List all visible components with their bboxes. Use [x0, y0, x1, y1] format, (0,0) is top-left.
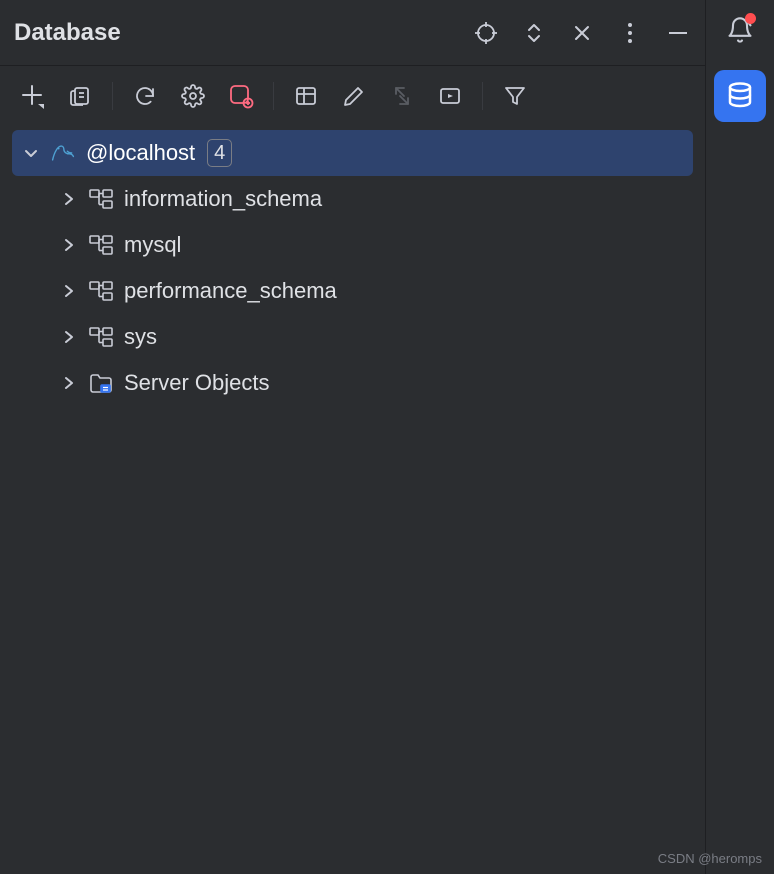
schema-row[interactable]: sys [50, 314, 693, 360]
schema-row[interactable]: Server Objects [50, 360, 693, 406]
add-button[interactable] [10, 76, 54, 116]
schema-name: mysql [124, 232, 181, 258]
watermark: CSDN @heromps [658, 851, 762, 866]
schema-icon [88, 326, 114, 348]
schema-name: sys [124, 324, 157, 350]
schema-name: Server Objects [124, 370, 270, 396]
schema-row[interactable]: information_schema [50, 176, 693, 222]
chevron-right-icon[interactable] [60, 374, 78, 392]
settings-button[interactable] [171, 76, 215, 116]
chevron-right-icon[interactable] [60, 328, 78, 346]
schema-name: performance_schema [124, 278, 337, 304]
minimize-icon[interactable] [663, 18, 693, 48]
schema-name: information_schema [124, 186, 322, 212]
toolbar-separator [112, 82, 113, 110]
run-console-button[interactable] [428, 76, 472, 116]
database-tree: @localhost 4 information_schema mysql [0, 126, 705, 406]
panel-title: Database [14, 19, 121, 47]
database-panel: Database [0, 0, 706, 874]
toolbar-separator [482, 82, 483, 110]
target-icon[interactable] [471, 18, 501, 48]
mysql-icon [50, 139, 76, 167]
filter-button[interactable] [493, 76, 537, 116]
schema-icon [88, 188, 114, 210]
table-view-button[interactable] [284, 76, 328, 116]
chevron-right-icon[interactable] [60, 236, 78, 254]
connection-row[interactable]: @localhost 4 [12, 130, 693, 176]
toolbar [0, 66, 705, 126]
close-icon[interactable] [567, 18, 597, 48]
connection-name: @localhost [86, 140, 195, 166]
jump-to-source-button [380, 76, 424, 116]
schema-row[interactable]: performance_schema [50, 268, 693, 314]
refresh-button[interactable] [123, 76, 167, 116]
disconnect-button[interactable] [219, 76, 263, 116]
schema-icon [88, 234, 114, 256]
chevron-right-icon[interactable] [60, 282, 78, 300]
schema-icon [88, 280, 114, 302]
edit-button[interactable] [332, 76, 376, 116]
chevron-right-icon[interactable] [60, 190, 78, 208]
duplicate-button[interactable] [58, 76, 102, 116]
chevron-down-icon[interactable] [22, 144, 40, 162]
folder-icon [88, 372, 114, 394]
notifications-button[interactable] [720, 10, 760, 50]
database-tool-button[interactable] [714, 70, 766, 122]
more-icon[interactable] [615, 18, 645, 48]
notification-dot-icon [745, 13, 756, 24]
expand-collapse-icon[interactable] [519, 18, 549, 48]
schema-count-badge: 4 [207, 139, 232, 167]
panel-header: Database [0, 0, 705, 66]
right-rail [706, 0, 774, 874]
schema-row[interactable]: mysql [50, 222, 693, 268]
header-actions [471, 18, 693, 48]
toolbar-separator [273, 82, 274, 110]
